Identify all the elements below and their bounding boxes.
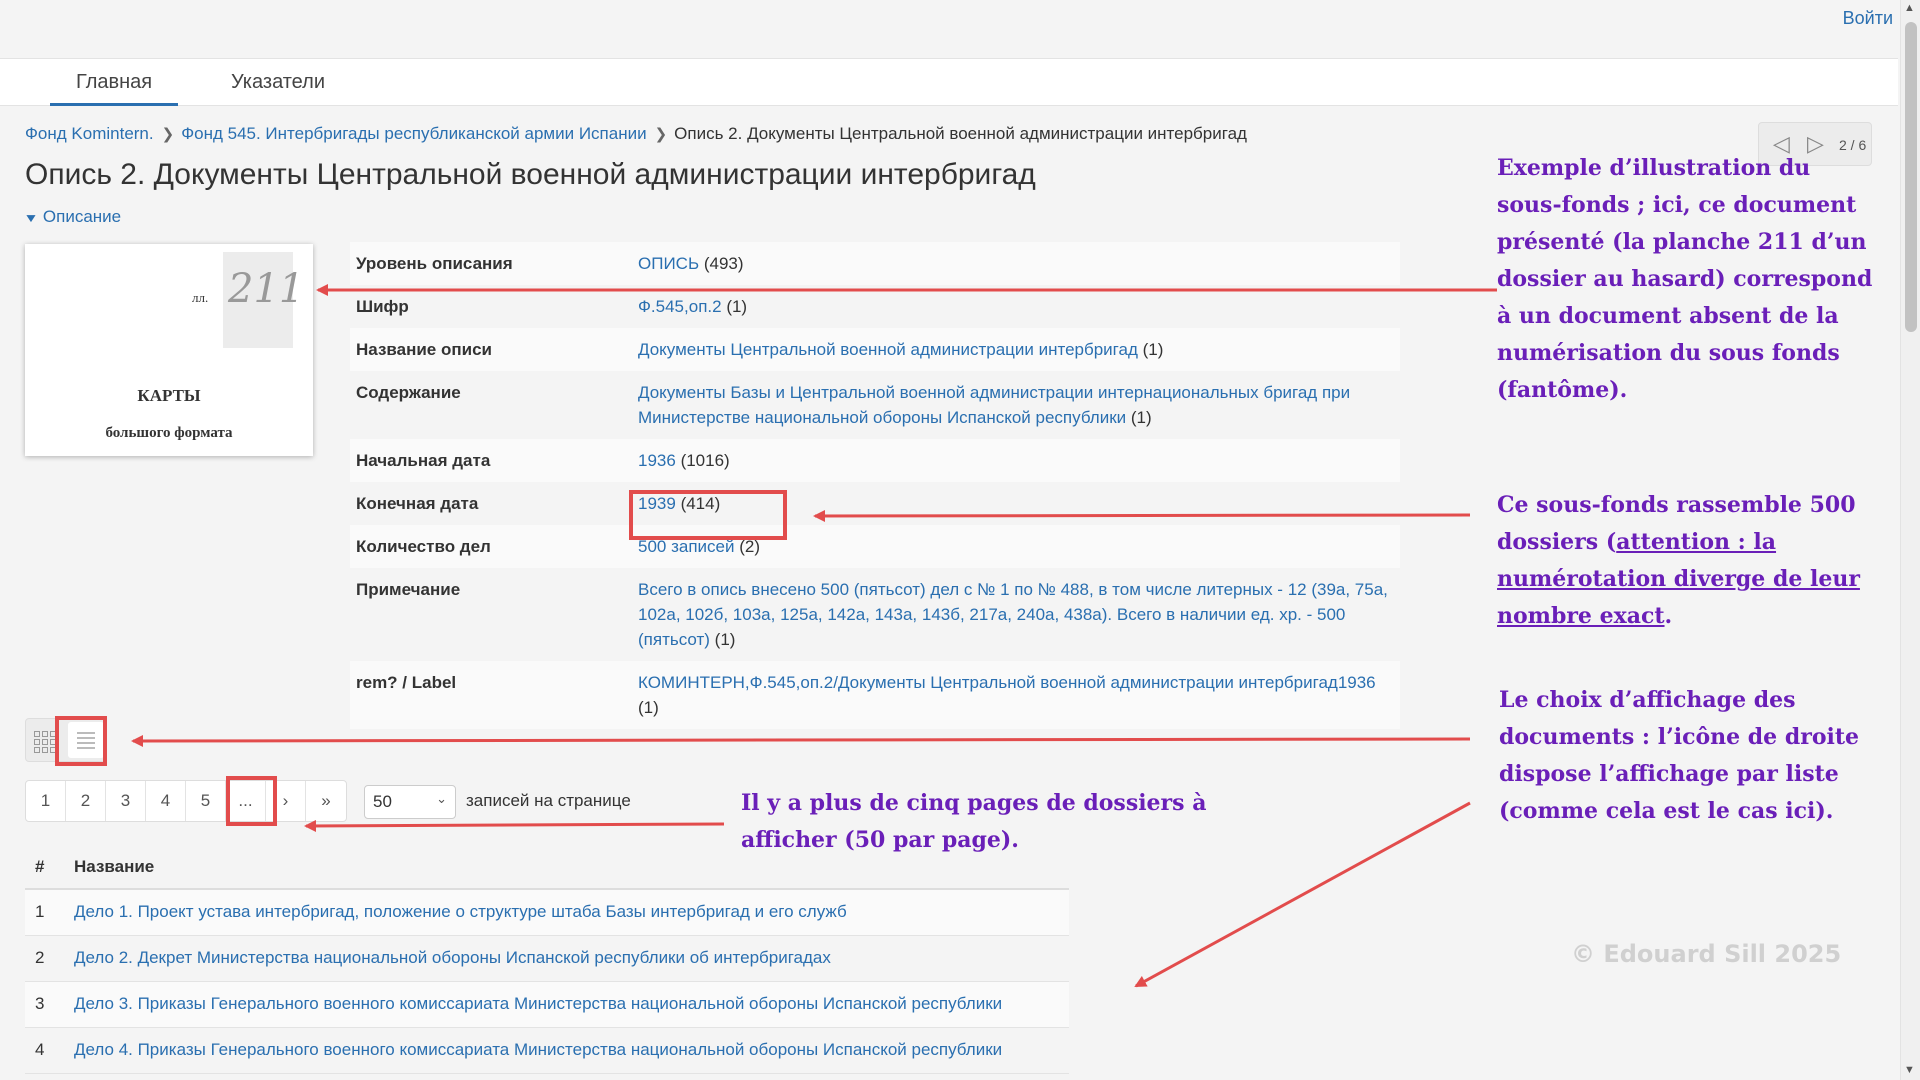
property-value-link[interactable]: Всего в опись внесено 500 (пятьсот) дел … [638,580,1388,649]
items-table: # Название 1 Дело 1. Проект устава интерб… [25,845,1069,1074]
property-count: (1) [726,297,748,316]
breadcrumb-current: Опись 2. Документы Центральной военной а… [674,124,1247,143]
breadcrumb-item-fond-545[interactable]: Фонд 545. Интербригады республиканской а… [181,124,646,143]
property-key: Уровень описания [356,254,513,273]
arrow-to-list-view [131,734,1471,747]
row-number: 3 [25,981,74,1028]
property-key: Конечная дата [356,494,479,513]
per-page-select[interactable]: 50 ⌄ [364,785,456,819]
property-key: Начальная дата [356,451,491,470]
page-link[interactable]: 5 [186,781,226,821]
table-row: 3 Дело 3. Приказы Генерального военного к… [25,981,1069,1028]
table-row: 4 Дело 4. Приказы Генерального военного к… [25,1027,1069,1074]
thumbnail-title: КАРТЫ [137,386,201,405]
row-title-link[interactable]: Дело 3. Приказы Генерального военного ко… [74,994,1002,1013]
property-key: Примечание [356,580,461,599]
description-properties: Уровень описания ОПИСЬ (493) Шифр Ф.545,оп… [350,242,1400,729]
page-link[interactable]: 1 [26,781,66,821]
page-link[interactable]: 4 [146,781,186,821]
scroll-down-icon[interactable]: ▼ [1904,1064,1915,1076]
property-key: Название описи [356,340,492,359]
row-number: 1 [25,889,74,936]
arrow-to-ellipsis [304,819,725,832]
column-header-number: # [25,845,74,890]
chevron-down-icon: ⌄ [436,791,447,806]
chevron-right-icon: ❯ [161,126,175,143]
table-row: 2 Дело 2. Декрет Министерства национально… [25,935,1069,982]
row-title-link[interactable]: Дело 2. Декрет Министерства национальной… [74,948,831,967]
annotation-note-pagination: Il y a plus de cinq pages de dossiers à … [741,790,1207,853]
property-key: rem? / Label [356,673,457,692]
property-key: Шифр [356,297,409,316]
property-row: rem? / Label КОМИНТЕРН,Ф.545,оп.2/Докумен… [350,661,1400,729]
breadcrumb-item-fond-komintern[interactable]: Фонд Komintern. [25,124,154,143]
property-row: Содержание Документы Базы и Центральной в… [350,371,1400,439]
description-toggle-label: Описание [42,207,122,226]
property-row: Начальная дата 1936 (1016) [350,439,1400,482]
scrollbar-thumb[interactable] [1905,22,1917,332]
property-count: (1) [1130,408,1152,427]
main-navbar: Главная Указатели [0,58,1898,106]
scroll-up-icon[interactable]: ▲ [1904,2,1915,14]
thumbnail-subtitle: большого формата [105,425,233,441]
breadcrumb: Фонд Komintern. ❯ Фонд 545. Интербригады р… [25,124,1247,144]
folio-prefix: лл. [192,290,209,305]
chevron-right-icon: ❯ [654,126,668,143]
annotation-note-thumbnail: Exemple d’illustration du sous-fonds ; i… [1497,155,1873,403]
grid-view-icon[interactable] [34,731,56,753]
chevron-down-icon: ▼ [23,211,39,225]
property-count: (1) [714,630,736,649]
property-row: Примечание Всего в опись внесено 500 (пят… [350,568,1400,661]
annotation-note-view-mode: Le choix d’affichage des documents : l’i… [1499,687,1860,824]
pagination: 1 2 3 4 5 ... › » [25,780,347,822]
property-value-link[interactable]: Ф.545,оп.2 [638,297,722,316]
per-page-label: записей на странице [466,791,631,810]
row-title-link[interactable]: Дело 4. Приказы Генерального военного ко… [74,1040,1002,1059]
highlight-box-list-view [55,716,107,766]
property-row: Уровень описания ОПИСЬ (493) [350,242,1400,285]
highlight-box-ellipsis [226,776,277,826]
property-row: Конечная дата 1939 (414) [350,482,1400,525]
last-page-button[interactable]: » [306,781,346,821]
property-key: Содержание [356,383,461,402]
annotation-note-records-end: . [1664,603,1673,629]
folio-number: 211 [228,266,305,312]
property-value-link[interactable]: 1936 [638,451,676,470]
table-row: 1 Дело 1. Проект устава интербригад, поло… [25,889,1069,936]
property-value-link[interactable]: КОМИНТЕРН,Ф.545,оп.2/Документы Центральн… [638,673,1376,692]
highlight-box-records-count [629,490,787,540]
property-value-link[interactable]: ОПИСЬ [638,254,699,273]
description-toggle[interactable]: ▼ Описание [23,207,122,227]
document-thumbnail[interactable]: 211 лл. КАРТЫ большого формата [25,244,313,456]
login-link[interactable]: Войти [1843,8,1893,29]
per-page-value: 50 [373,792,392,811]
property-count: (493) [703,254,744,273]
page-scrollbar[interactable]: ▲ ▼ [1900,0,1920,1080]
tab-home[interactable]: Главная [50,59,179,106]
property-key: Количество дел [356,537,491,556]
property-count: (1) [1142,340,1164,359]
row-number: 4 [25,1027,74,1074]
property-value-link[interactable]: Документы Центральной военной администра… [638,340,1138,359]
property-row: Название описи Документы Центральной воен… [350,328,1400,371]
page-link[interactable]: 3 [106,781,146,821]
property-row: Шифр Ф.545,оп.2 (1) [350,285,1400,328]
row-number: 2 [25,935,74,982]
property-count: (1) [638,698,659,717]
row-title-link[interactable]: Дело 1. Проект устава интербригад, полож… [74,902,847,921]
tab-indexes[interactable]: Указатели [205,59,351,106]
property-row: Количество дел 500 записей (2) [350,525,1400,568]
property-count: (1016) [680,451,730,470]
annotation-note-records: Ce sous-fonds rassemble 500 dossiers (at… [1497,487,1877,635]
copyright-watermark: © Edouard Sill 2025 [1571,940,1842,968]
page-link[interactable]: 2 [66,781,106,821]
property-value-link[interactable]: Документы Базы и Центральной военной адм… [638,383,1350,427]
page-title: Опись 2. Документы Центральной военной а… [25,158,1036,191]
